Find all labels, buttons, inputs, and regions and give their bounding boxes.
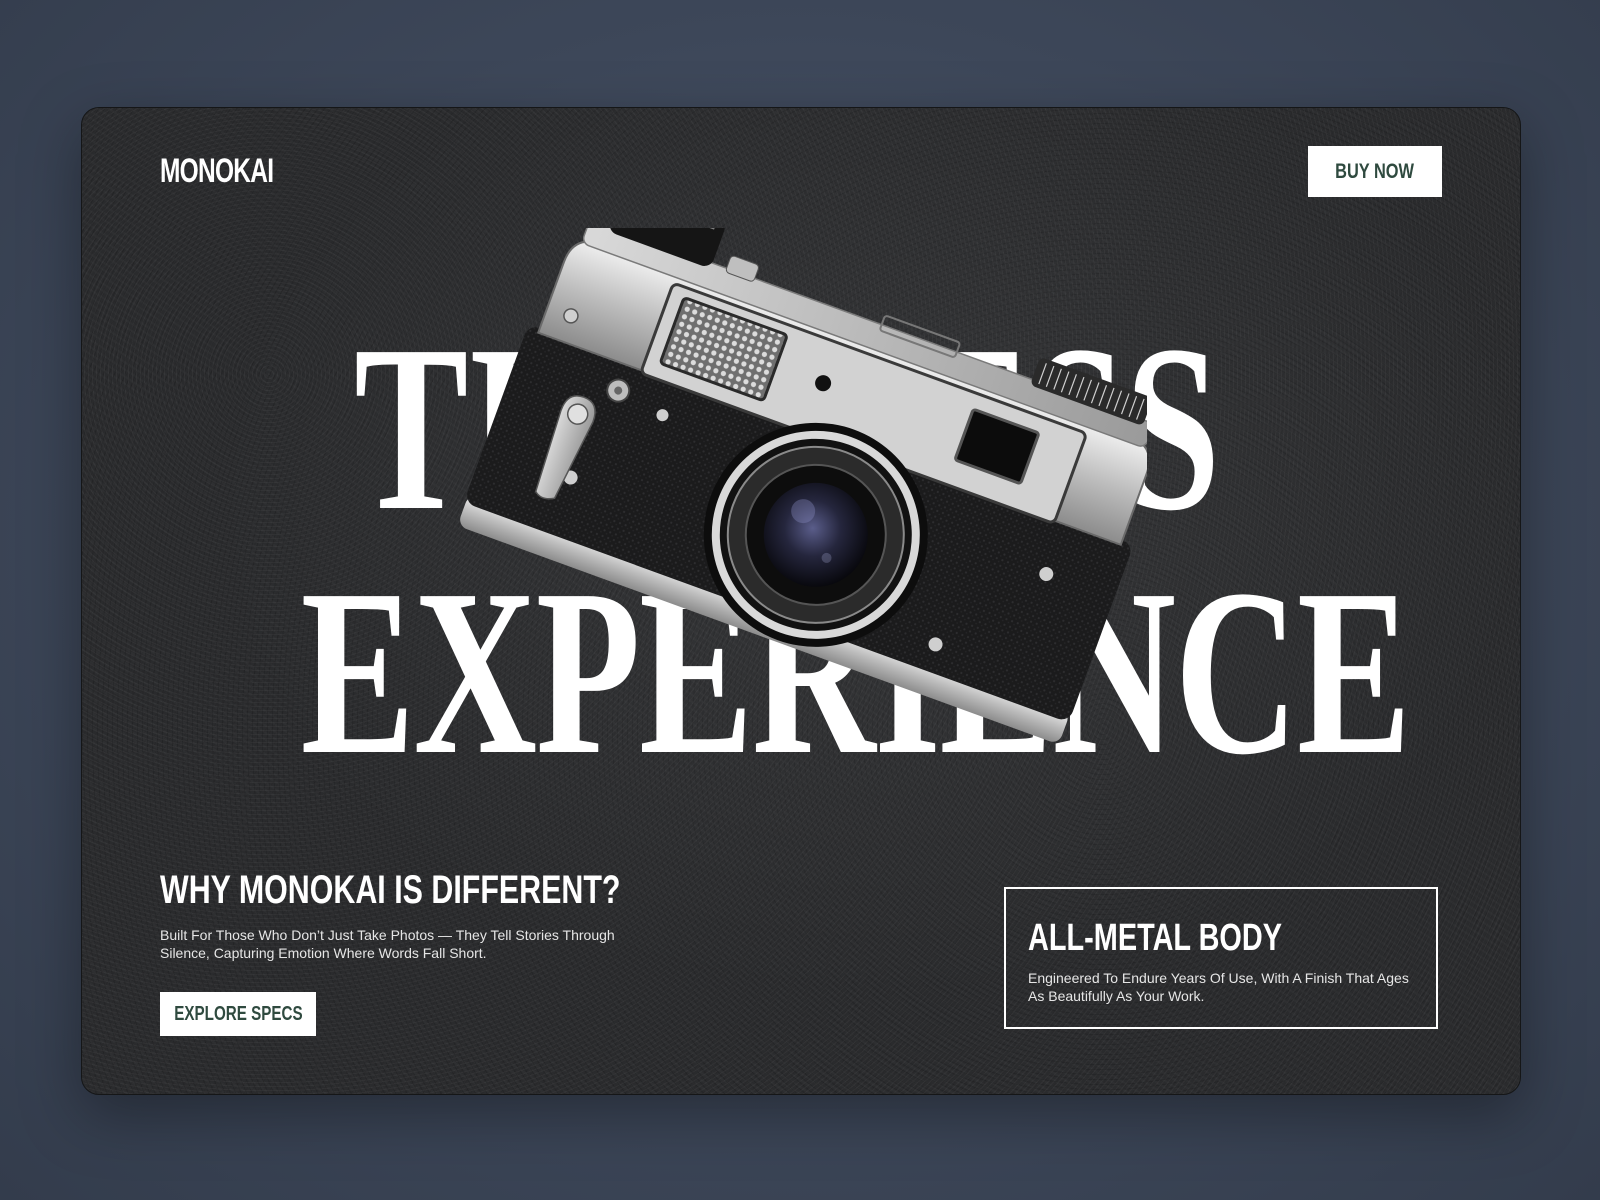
buy-now-button[interactable]: BUY NOW <box>1308 146 1442 197</box>
feature-title: ALL-METAL BODY <box>1028 917 1283 959</box>
feature-card: ALL-METAL BODY Engineered To Endure Year… <box>1004 887 1438 1029</box>
hero-card: MONOKAI BUY NOW TIMELESS EXPERIENCE <box>81 107 1521 1095</box>
camera-svg <box>460 182 1153 742</box>
feature-body: Engineered To Endure Years Of Use, With … <box>1028 970 1409 1004</box>
film-camera-illustration <box>447 182 1153 828</box>
explore-specs-label: EXPLORE SPECS <box>173 1002 303 1025</box>
brand-logo[interactable]: MONOKAI <box>160 152 274 191</box>
explore-specs-button[interactable]: EXPLORE SPECS <box>160 992 316 1036</box>
why-title: WHY MONOKAI IS DIFFERENT? <box>160 868 621 912</box>
buy-now-label: BUY NOW <box>1335 159 1415 183</box>
why-body: Built For Those Who Don’t Just Take Phot… <box>160 927 615 961</box>
